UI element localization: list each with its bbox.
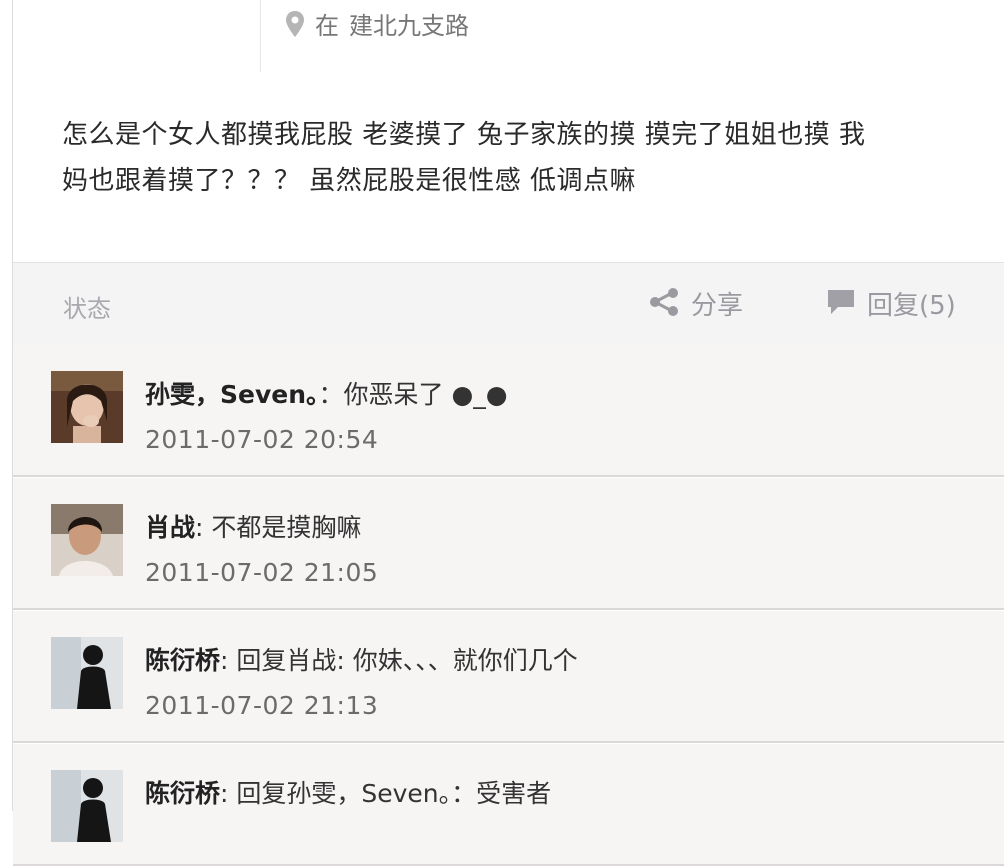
- comment-text: : 回复肖战: 你妹、、、就你们几个: [220, 646, 578, 675]
- comment-item: 孙雯，Seven。：你恶呆了 ●_● 2011-07-02 20:54: [13, 345, 1004, 477]
- comment-line: 陈衍桥: 回复肖战: 你妹、、、就你们几个: [145, 641, 578, 677]
- comment-line: 陈衍桥: 回复孙雯，Seven。：受害者: [145, 774, 551, 810]
- location-pin-icon: [285, 10, 305, 38]
- avatar-girl-icon: [51, 371, 123, 443]
- avatar-boy-icon: [51, 504, 123, 576]
- avatar[interactable]: [51, 371, 123, 443]
- location-row: 在 建北九支路: [260, 0, 1004, 72]
- comment-text: ：你恶呆了 ●_●: [318, 380, 508, 409]
- comment-list: 孙雯，Seven。：你恶呆了 ●_● 2011-07-02 20:54 肖战: …: [13, 345, 1004, 866]
- comment-text: : 回复孙雯，Seven。：受害者: [220, 779, 552, 808]
- share-label: 分享: [691, 291, 744, 321]
- share-button[interactable]: 分享: [647, 285, 743, 322]
- post-action-bar: 状态 分享 回复(5): [13, 262, 1004, 346]
- comment-item: 陈衍桥: 回复孙雯，Seven。：受害者: [13, 743, 1004, 866]
- comment-timestamp: 2011-07-02 20:54: [145, 425, 379, 454]
- comment-timestamp: 2011-07-02 21:05: [145, 558, 379, 587]
- post-body: 怎么是个女人都摸我屁股 老婆摸了 兔子家族的摸 摸完了姐姐也摸 我 妈也跟着摸了…: [62, 112, 962, 204]
- comment-text: : 不都是摸胸嘛: [195, 513, 362, 542]
- avatar[interactable]: [51, 637, 123, 709]
- avatar[interactable]: [51, 770, 123, 842]
- comment-timestamp: 2011-07-02 21:13: [145, 691, 379, 720]
- avatar-silhouette-icon: [51, 770, 123, 842]
- speech-bubble-icon: [825, 287, 857, 321]
- share-icon: [647, 287, 681, 321]
- location-prefix: 在: [315, 12, 339, 40]
- post-text-line-2: 妈也跟着摸了？？？ 虽然屁股是很性感 低调点嘛: [62, 166, 637, 196]
- comment-author[interactable]: 陈衍桥: [145, 779, 220, 808]
- reply-label: 回复(5): [867, 291, 956, 321]
- comment-item: 肖战: 不都是摸胸嘛 2011-07-02 21:05: [13, 477, 1004, 610]
- comment-author[interactable]: 肖战: [145, 513, 195, 542]
- comment-line: 肖战: 不都是摸胸嘛: [145, 508, 361, 544]
- status-label: 状态: [63, 295, 111, 323]
- location-place[interactable]: 建北九支路: [349, 6, 469, 41]
- comment-item: 陈衍桥: 回复肖战: 你妹、、、就你们几个 2011-07-02 21:13: [13, 610, 1004, 743]
- avatar[interactable]: [51, 504, 123, 576]
- comment-line: 孙雯，Seven。：你恶呆了 ●_●: [145, 375, 508, 411]
- comment-author[interactable]: 孙雯，Seven。: [145, 380, 319, 409]
- post-text-line-1: 怎么是个女人都摸我屁股 老婆摸了 兔子家族的摸 摸完了姐姐也摸 我: [62, 120, 866, 150]
- reply-button[interactable]: 回复(5): [825, 285, 956, 322]
- comment-author[interactable]: 陈衍桥: [145, 646, 220, 675]
- avatar-silhouette-icon: [51, 637, 123, 709]
